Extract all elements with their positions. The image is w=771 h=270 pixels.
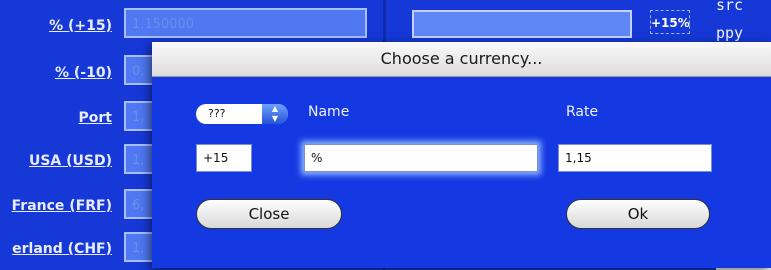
- name-field[interactable]: %: [304, 144, 538, 172]
- rate-label: Rate: [566, 104, 599, 120]
- currency-select[interactable]: ??? ▲ ▼: [196, 104, 288, 124]
- row-label-frf[interactable]: France (FRF): [0, 198, 112, 214]
- row-input-usd[interactable]: 1,: [124, 144, 154, 174]
- side-text-1: src: [716, 0, 744, 14]
- code-field[interactable]: +15: [196, 144, 252, 172]
- dialog-title: Choose a currency...: [152, 42, 771, 77]
- ok-button[interactable]: Ok: [566, 199, 710, 229]
- row-label-plus15[interactable]: % (+15): [0, 18, 112, 34]
- currency-select-value: ???: [208, 107, 226, 120]
- row-input-frf[interactable]: 6,: [124, 189, 154, 219]
- rate-field[interactable]: 1,15: [558, 144, 712, 172]
- right-input-field[interactable]: [412, 10, 632, 38]
- currency-dialog: Choose a currency... ??? ▲ ▼ Name Rate +1…: [152, 42, 771, 268]
- close-button[interactable]: Close: [196, 199, 342, 229]
- side-text-2: ppy: [716, 24, 744, 42]
- row-label-chf[interactable]: erland (CHF): [0, 241, 112, 257]
- row-label-minus10[interactable]: % (-10): [0, 65, 112, 81]
- row-input-chf[interactable]: 1,: [124, 232, 154, 262]
- row-label-port[interactable]: Port: [0, 110, 112, 126]
- name-label: Name: [308, 104, 350, 120]
- row-input-minus10[interactable]: 0,: [124, 55, 154, 85]
- row-input-port[interactable]: 1,: [124, 101, 154, 131]
- percent-button[interactable]: +15%: [650, 10, 690, 34]
- row-label-usd[interactable]: USA (USD): [0, 153, 112, 169]
- select-arrows-icon[interactable]: ▲ ▼: [262, 104, 288, 124]
- row-input-plus15[interactable]: 1,150000: [124, 8, 367, 38]
